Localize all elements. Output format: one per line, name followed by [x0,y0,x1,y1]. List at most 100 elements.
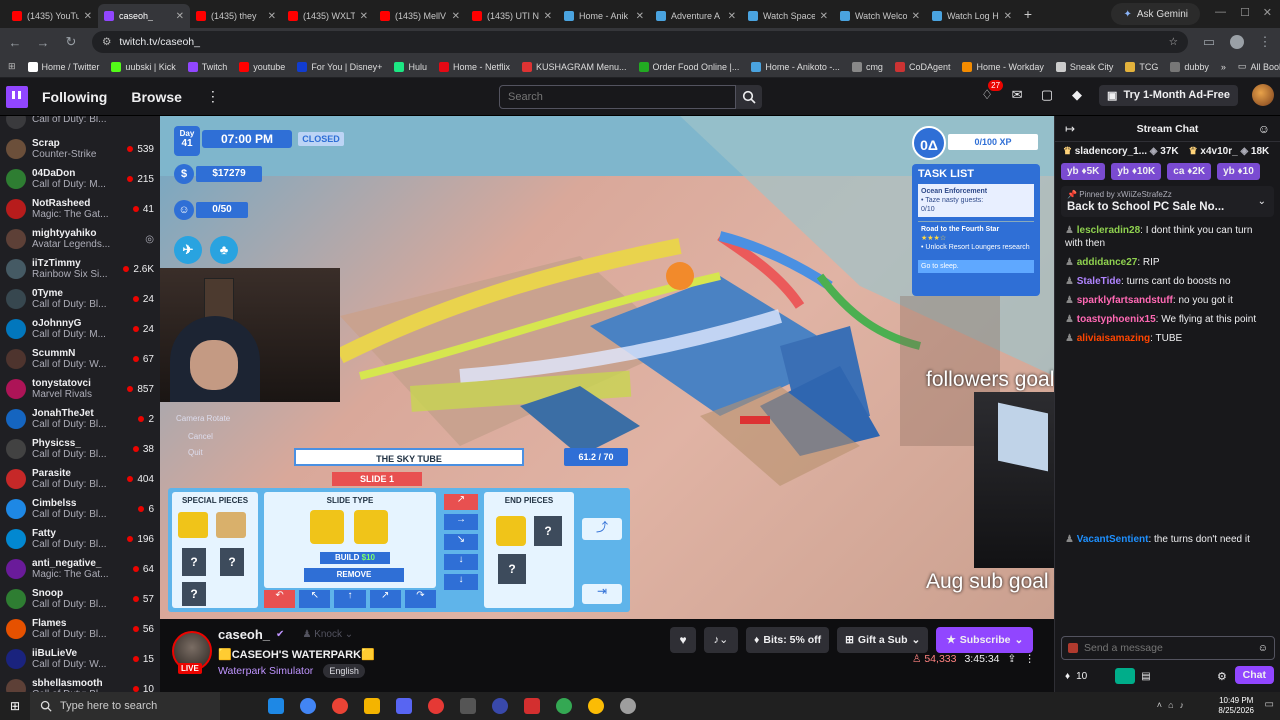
chat-message[interactable]: ♟ lescleradin28: I dont think you can tu… [1055,221,1280,253]
bookmark-item[interactable]: cmg [851,61,883,72]
sidebar-channel-item[interactable]: anti_negative_ Magic: The Gat... 64 [0,554,160,584]
sidebar-channel-item[interactable]: mightyyahiko Avatar Legends... ◎ [0,224,160,254]
chrome-icon[interactable] [300,698,316,714]
gift-sub-button[interactable]: ⊞ Gift a Sub ⌄ [837,627,929,653]
video-player[interactable]: Day 41 07:00 PM CLOSED $ $17279 ☺ 0/50 ✈… [160,116,1054,619]
close-tab-icon[interactable]: ✕ [84,11,92,22]
inbox-icon[interactable]: ✉ [1009,87,1025,103]
subscribe-button[interactable]: ★ Subscribe ⌄ [936,627,1034,653]
close-tab-icon[interactable]: ✕ [268,11,276,22]
bookmark-item[interactable]: Home - Workday [962,61,1044,72]
chat-username[interactable]: StaleTide [1077,276,1121,287]
taskbar-clock[interactable]: 10:49 PM 8/25/2026 [1218,696,1254,716]
bookmark-item[interactable]: youtube [239,61,285,72]
bookmark-item[interactable]: dubby [1170,61,1209,72]
bits-button[interactable]: ♦ Bits: 5% off [746,627,830,653]
hype-chip[interactable]: ca ♦2K [1167,163,1212,180]
tilt-left-icon[interactable]: ↖ [299,590,331,608]
volume-icon[interactable]: ♪ [1180,700,1185,710]
close-tab-icon[interactable]: ✕ [912,11,920,22]
cast-icon[interactable]: ▭ [1202,34,1216,50]
chat-message[interactable]: ♟ VacantSentient: the turns don't need i… [1055,530,1280,549]
direction-down-right-icon[interactable]: ↘ [444,534,478,550]
chrome-active-icon[interactable] [332,698,348,714]
top-gifter[interactable]: ♛ x4v10r_ ◈ 18K [1189,146,1270,157]
browser-tab[interactable]: (1435) WXLT ✕ [282,4,374,28]
bookmark-item[interactable]: For You | Disney+ [297,61,382,72]
new-tab-button[interactable]: + [1018,6,1038,22]
chat-message[interactable]: ♟ addidance27: RIP [1055,253,1280,272]
bookmark-item[interactable]: Home - Netflix [438,61,510,72]
file-explorer-icon[interactable] [364,698,380,714]
bookmark-item[interactable]: Home / Twitter [27,61,99,72]
close-tab-icon[interactable]: ✕ [176,11,184,22]
close-tab-icon[interactable]: ✕ [452,11,460,22]
remove-button[interactable]: REMOVE [304,568,404,582]
whispers-icon[interactable]: ▢ [1039,87,1055,103]
reload-icon[interactable]: ↻ [64,34,78,50]
chrome-profile-2-icon[interactable] [588,698,604,714]
close-tab-icon[interactable]: ✕ [820,11,828,22]
ask-gemini-button[interactable]: ✦ Ask Gemini [1111,3,1200,25]
browser-tab[interactable]: Watch Log H ✕ [926,4,1018,28]
clock-app-icon[interactable] [620,698,636,714]
direction-up-right-icon[interactable]: ↗ [444,494,478,510]
slide-type-2[interactable] [354,510,388,544]
hype-chip[interactable]: yb ♦5K [1061,163,1106,180]
user-avatar[interactable] [1252,84,1274,106]
bookmarks-overflow-icon[interactable]: » [1221,62,1226,72]
windows-start-icon[interactable]: ⊞ [10,699,20,713]
browser-tab[interactable]: (1435) UTI N ✕ [466,4,558,28]
adobe-icon[interactable] [524,698,540,714]
sidebar-channel-item[interactable]: iiTzTimmy Rainbow Six Si... 2.6K [0,254,160,284]
hype-chip[interactable]: yb ♦10 [1217,163,1260,180]
discord-icon[interactable] [396,698,412,714]
sidebar-channel-item[interactable]: Parasite Call of Duty: Bl... 404 [0,464,160,494]
close-tab-icon[interactable]: ✕ [360,11,368,22]
bookmark-star-icon[interactable]: ☆ [1169,36,1178,48]
sidebar-channel-item[interactable]: oJohnnyG Call of Duty: M... 24 [0,314,160,344]
chat-message[interactable]: ♟ sparklyfartsandstuff: no you got it [1055,291,1280,310]
bookmark-item[interactable]: Twitch [187,61,227,72]
chat-username[interactable]: lescleradin28 [1077,225,1140,236]
raise-icon[interactable]: ↑ [334,590,366,608]
pinned-message[interactable]: 📌 Pinned by xWiiZeStrafeZz Back to Schoo… [1061,186,1274,217]
browser-tab[interactable]: (1435) YouTu ✕ [6,4,98,28]
sidebar-channel-item[interactable]: ScummN Call of Duty: W... 67 [0,344,160,374]
browser-tab[interactable]: Adventure A ✕ [650,4,742,28]
palm-tree-icon[interactable]: ♣ [210,236,238,264]
bookmark-item[interactable]: uubski | Kick [111,61,176,72]
bookmark-item[interactable]: Home - Anikoto -... [751,61,840,72]
close-window-icon[interactable]: ✕ [1263,6,1272,19]
sidebar-channel-item[interactable]: 04DaDon Call of Duty: M... 215 [0,164,160,194]
bookmark-item[interactable]: KUSHAGRAM Menu... [521,61,627,72]
chat-username[interactable]: sparklyfartsandstuff [1077,295,1173,306]
notifications-icon[interactable]: ♢ 27 [979,80,1004,103]
back-icon[interactable]: ← [8,35,22,50]
chat-message[interactable]: ♟ StaleTide: turns cant do boosts no [1055,272,1280,291]
sidebar-channel-item[interactable]: NotRasheed Magic: The Gat... 41 [0,194,160,224]
rewards-icon[interactable] [1115,668,1136,684]
chat-username[interactable]: addidance27 [1077,257,1138,268]
ad-free-button[interactable]: ▣ Try 1-Month Ad-Free [1099,84,1238,106]
minimize-icon[interactable]: — [1215,6,1226,18]
bookmark-item[interactable]: Order Food Online |... [638,61,739,72]
maximize-icon[interactable]: ☐ [1240,6,1250,19]
url-field[interactable]: ⚙ twitch.tv/caseoh_ ☆ [92,31,1188,53]
taskbar-app-icon[interactable] [268,698,284,714]
profile-icon[interactable] [1230,35,1244,49]
knock-button[interactable]: ♟ Knock ⌄ [302,629,353,640]
media-player-icon[interactable] [428,698,444,714]
app-icon[interactable] [492,698,508,714]
collapse-chat-icon[interactable]: ↦ [1065,122,1075,136]
slide-tab[interactable]: SLIDE 1 [332,472,422,486]
special-piece-1[interactable] [178,512,208,538]
community-icon[interactable]: ☺ [1258,122,1270,136]
chat-username[interactable]: toastyphoenix15 [1077,314,1156,325]
sidebar-channel-item[interactable]: JonahTheJet Call of Duty: Bl... 2 [0,404,160,434]
tilt-right-icon[interactable]: ↗ [369,590,401,608]
bookmark-item[interactable]: CoDAgent [894,61,950,72]
sidebar-channel-item[interactable]: Physicss_ Call of Duty: Bl... 38 [0,434,160,464]
chat-input[interactable]: ☺ [1061,636,1275,660]
language-tag[interactable]: English [323,664,365,678]
